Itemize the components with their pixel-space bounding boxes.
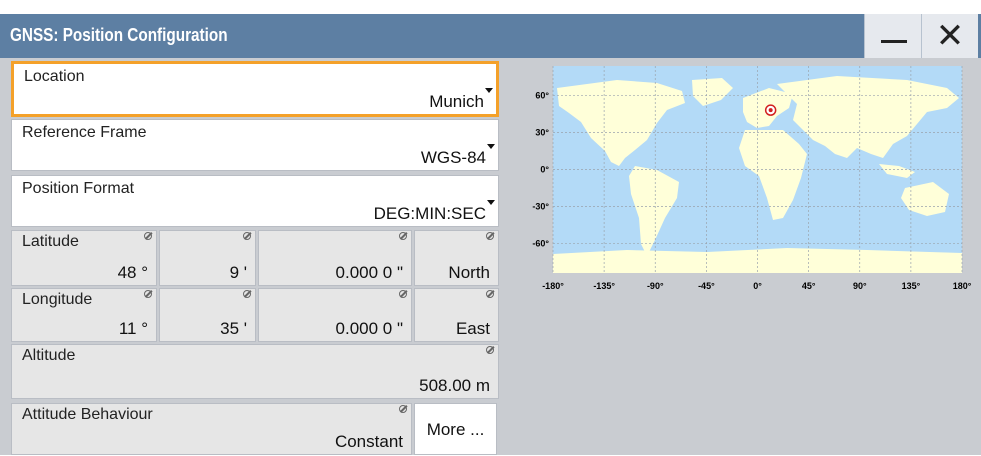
x-tick-label: 45° (802, 281, 816, 291)
minimize-button[interactable] (864, 14, 921, 58)
dropdown-arrow-icon (487, 200, 495, 205)
altitude-field[interactable]: Altitude 508.00 m (11, 344, 499, 399)
reference-frame-value: WGS-84 (420, 148, 486, 167)
longitude-min-value: 35 ' (220, 319, 247, 338)
latitude-sec-value: 0.000 0 " (335, 263, 403, 282)
title-bar: GNSS: Position Configuration ✕ (0, 14, 981, 58)
latitude-dir-value: North (448, 263, 490, 282)
altitude-value: 508.00 m (419, 376, 490, 395)
longitude-axis: -180° -135° -90° -45° 0° 45° 90° 135° 180° (542, 281, 972, 291)
attitude-behaviour-label: Attitude Behaviour (22, 406, 153, 423)
window-title: GNSS: Position Configuration (10, 25, 228, 45)
config-panel: Location Munich Reference Frame WGS-84 P… (0, 58, 981, 455)
edit-disabled-icon (486, 232, 494, 240)
location-marker-icon (764, 104, 777, 116)
attitude-behaviour-field[interactable]: Attitude Behaviour Constant (11, 403, 412, 455)
y-tick-label: -60° (532, 238, 549, 248)
longitude-dir-value: East (455, 319, 490, 338)
edit-disabled-icon (399, 290, 407, 298)
latitude-deg-field[interactable]: Latitude 48 ° (11, 230, 157, 286)
world-map: 60° 30° 0° -30° -60° -180° -135° -90° -45° 0° 45°… (507, 58, 981, 455)
edit-disabled-icon (399, 405, 407, 413)
more-button[interactable]: More ... (414, 403, 497, 455)
longitude-dir-field[interactable]: East (414, 288, 499, 342)
position-format-select[interactable]: Position Format DEG:MIN:SEC (11, 175, 499, 227)
longitude-min-field[interactable]: 35 ' (159, 288, 256, 342)
location-label: Location (24, 68, 85, 85)
longitude-deg-field[interactable]: Longitude 11 ° (11, 288, 157, 342)
altitude-label: Altitude (22, 347, 76, 364)
edit-disabled-icon (399, 232, 407, 240)
latitude-label: Latitude (22, 233, 79, 250)
reference-frame-label: Reference Frame (22, 124, 147, 141)
edit-disabled-icon (486, 290, 494, 298)
latitude-min-value: 9 ' (229, 263, 247, 282)
y-tick-label: 30° (535, 128, 549, 138)
marker-dot (768, 108, 773, 113)
latitude-deg-value: 48 ° (117, 263, 148, 282)
x-tick-label: -180° (542, 281, 564, 291)
x-tick-label: -90° (647, 281, 664, 291)
attitude-behaviour-value: Constant (334, 432, 403, 451)
edit-disabled-icon (144, 290, 152, 298)
dropdown-arrow-icon (487, 144, 495, 149)
close-button[interactable]: ✕ (921, 14, 978, 58)
edit-disabled-icon (144, 232, 152, 240)
position-format-value: DEG:MIN:SEC (373, 204, 486, 223)
longitude-sec-value: 0.000 0 " (335, 319, 403, 338)
y-tick-label: 60° (535, 91, 549, 101)
x-tick-label: 135° (902, 281, 921, 291)
x-tick-label: -45° (698, 281, 715, 291)
location-value: Munich (429, 92, 484, 111)
minimize-icon (881, 40, 907, 43)
edit-disabled-icon (486, 346, 494, 354)
y-tick-label: -30° (532, 201, 549, 211)
x-tick-label: 90° (853, 281, 867, 291)
longitude-sec-field[interactable]: 0.000 0 " (258, 288, 412, 342)
dropdown-arrow-icon (485, 88, 493, 93)
x-tick-label: 0° (753, 281, 762, 291)
close-icon: ✕ (935, 16, 965, 56)
edit-disabled-icon (243, 232, 251, 240)
latitude-dir-field[interactable]: North (414, 230, 499, 286)
latitude-sec-field[interactable]: 0.000 0 " (258, 230, 412, 286)
x-tick-label: 180° (953, 281, 972, 291)
longitude-label: Longitude (22, 291, 93, 308)
position-format-label: Position Format (22, 180, 135, 197)
y-tick-label: 0° (540, 165, 549, 175)
location-select[interactable]: Location Munich (11, 61, 499, 117)
longitude-deg-value: 11 ° (118, 319, 148, 338)
latitude-min-field[interactable]: 9 ' (159, 230, 256, 286)
x-tick-label: -135° (593, 281, 615, 291)
edit-disabled-icon (243, 290, 251, 298)
reference-frame-select[interactable]: Reference Frame WGS-84 (11, 119, 499, 171)
